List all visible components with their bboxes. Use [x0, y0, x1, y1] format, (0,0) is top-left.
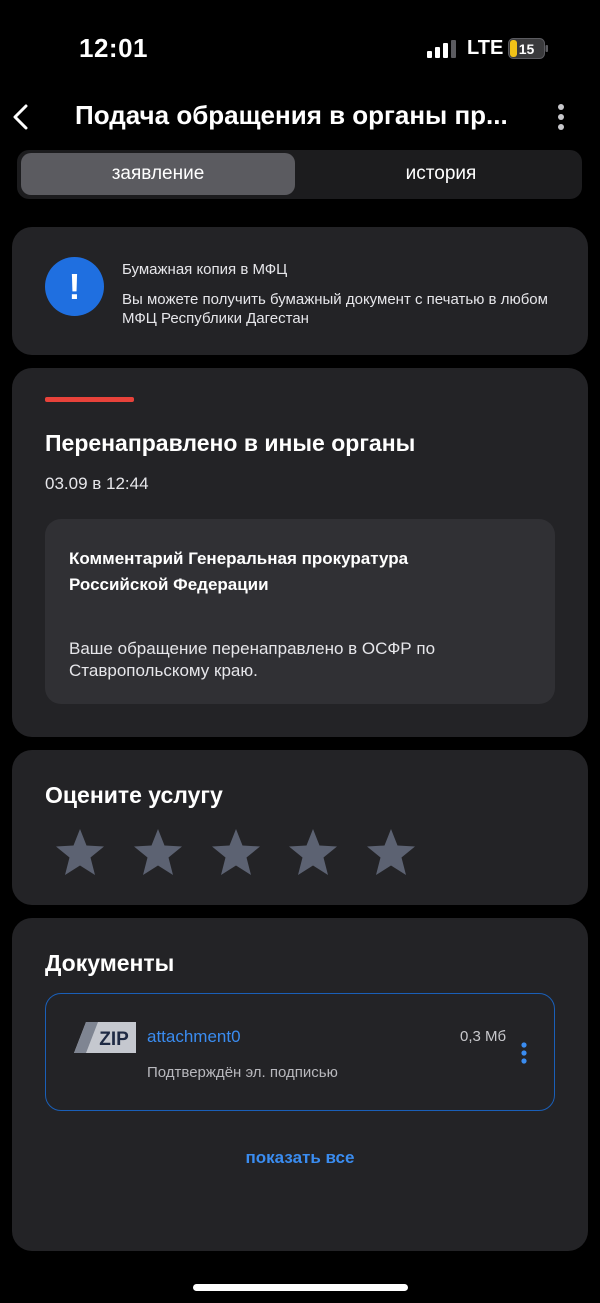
home-indicator [193, 1284, 408, 1291]
tab-statement[interactable]: заявление [21, 153, 295, 195]
chevron-left-icon[interactable] [10, 103, 32, 131]
exclamation-icon: ! [45, 257, 104, 316]
tab-history[interactable]: история [300, 153, 582, 195]
star-icon[interactable] [209, 826, 263, 880]
rating-title: Оцените услугу [45, 782, 223, 808]
network-type: LTE [467, 37, 504, 59]
comment-text: Ваше обращение перенаправлено в ОСФР по … [69, 639, 436, 680]
vertical-dots-icon[interactable] [556, 104, 566, 130]
star-icon[interactable] [131, 826, 185, 880]
info-text: Вы можете получить бумажный документ с п… [122, 291, 548, 327]
battery-level: 15 [519, 41, 535, 57]
show-all-link[interactable]: показать все [0, 1148, 600, 1168]
comment-title: Комментарий Генеральная прокуратура Росс… [69, 549, 409, 594]
page-title: Подача обращения в органы пр... [75, 100, 508, 130]
status-title: Перенаправлено в иные органы [45, 430, 416, 456]
star-icon[interactable] [286, 826, 340, 880]
signal-icon [427, 40, 456, 58]
battery-icon: 15 [508, 38, 548, 59]
file-type-label: ZIP [99, 1029, 129, 1050]
document-signature-status: Подтверждён эл. подписью [147, 1064, 338, 1081]
star-icon[interactable] [53, 826, 107, 880]
star-icon[interactable] [364, 826, 418, 880]
status-time: 12:01 [79, 33, 148, 63]
vertical-dots-icon[interactable] [520, 1042, 528, 1064]
documents-title: Документы [45, 950, 175, 976]
info-title: Бумажная копия в МФЦ [122, 261, 288, 278]
status-date: 03.09 в 12:44 [45, 474, 149, 493]
status-indicator-bar [45, 397, 134, 402]
zip-file-icon: ZIP [74, 1022, 136, 1053]
document-size: 0,3 Мб [460, 1028, 507, 1045]
document-name[interactable]: attachment0 [147, 1027, 241, 1047]
